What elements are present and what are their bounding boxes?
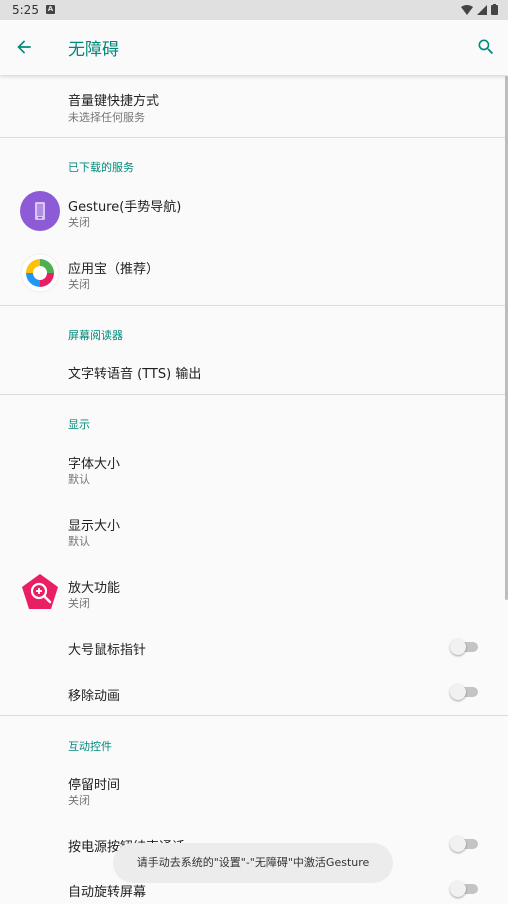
magnification-item[interactable]: 放大功能 关闭 — [0, 564, 508, 622]
yingyongbao-service-title: 应用宝（推荐） — [68, 262, 160, 277]
divider — [0, 137, 508, 138]
status-time: 5:25 — [12, 3, 39, 17]
section-header-downloaded: 已下载的服务 — [68, 161, 134, 174]
display-size-item[interactable]: 显示大小 默认 — [0, 502, 508, 560]
dwell-time-item[interactable]: 停留时间 关闭 — [0, 761, 508, 819]
magnification-summary: 关闭 — [68, 597, 90, 610]
signal-icon — [477, 4, 487, 15]
large-pointer-title: 大号鼠标指针 — [68, 643, 147, 658]
back-arrow-icon[interactable] — [14, 37, 34, 57]
large-pointer-item[interactable]: 大号鼠标指针 — [0, 626, 508, 668]
toast-message: 请手动去系统的"设置"-"无障碍"中激活Gesture — [113, 843, 393, 883]
search-icon[interactable] — [476, 37, 496, 57]
power-end-call-toggle[interactable] — [450, 836, 480, 852]
toggle-thumb — [450, 836, 466, 852]
gesture-service-summary: 关闭 — [68, 216, 90, 229]
volume-shortcut-item[interactable]: 音量键快捷方式 未选择任何服务 — [0, 78, 508, 136]
gesture-service-title: Gesture(手势导航) — [68, 200, 182, 215]
yingyongbao-service-item[interactable]: 应用宝（推荐） 关闭 — [0, 243, 508, 303]
font-size-item[interactable]: 字体大小 默认 — [0, 440, 508, 498]
auto-rotate-toggle[interactable] — [450, 881, 480, 897]
dwell-time-title: 停留时间 — [68, 778, 121, 793]
status-icons — [461, 4, 498, 15]
remove-animation-title: 移除动画 — [68, 689, 121, 704]
gesture-service-item[interactable]: Gesture(手势导航) 关闭 — [0, 181, 508, 241]
magnification-title: 放大功能 — [68, 581, 121, 596]
toggle-thumb — [450, 881, 466, 897]
display-size-summary: 默认 — [68, 535, 90, 548]
toggle-thumb — [450, 639, 466, 655]
app-bar: 无障碍 — [0, 20, 508, 75]
volume-shortcut-summary: 未选择任何服务 — [68, 111, 145, 124]
auto-rotate-title: 自动旋转屏幕 — [68, 885, 147, 900]
tts-output-item[interactable]: 文字转语音 (TTS) 输出 — [0, 350, 508, 392]
battery-icon — [491, 4, 498, 15]
section-header-display: 显示 — [68, 418, 90, 431]
gesture-app-icon — [20, 191, 60, 231]
tts-output-title: 文字转语音 (TTS) 输出 — [68, 367, 202, 382]
volume-shortcut-title: 音量键快捷方式 — [68, 94, 160, 109]
toggle-thumb — [450, 684, 466, 700]
remove-animation-item[interactable]: 移除动画 — [0, 672, 508, 714]
font-size-summary: 默认 — [68, 473, 90, 486]
display-size-title: 显示大小 — [68, 519, 121, 534]
large-pointer-toggle[interactable] — [450, 639, 480, 655]
remove-animation-toggle[interactable] — [450, 684, 480, 700]
yingyongbao-app-icon — [20, 253, 60, 293]
status-bar: 5:25 A — [0, 0, 508, 20]
divider — [0, 394, 508, 395]
page-title: 无障碍 — [68, 40, 119, 60]
magnify-icon — [22, 574, 58, 609]
wifi-icon — [461, 4, 473, 15]
notification-icon: A — [46, 5, 55, 14]
divider — [0, 715, 508, 716]
font-size-title: 字体大小 — [68, 457, 121, 472]
section-header-screen-reader: 屏幕阅读器 — [68, 329, 123, 342]
section-header-interaction: 互动控件 — [68, 740, 112, 753]
yingyongbao-service-summary: 关闭 — [68, 278, 90, 291]
dwell-time-summary: 关闭 — [68, 794, 90, 807]
divider — [0, 305, 508, 306]
